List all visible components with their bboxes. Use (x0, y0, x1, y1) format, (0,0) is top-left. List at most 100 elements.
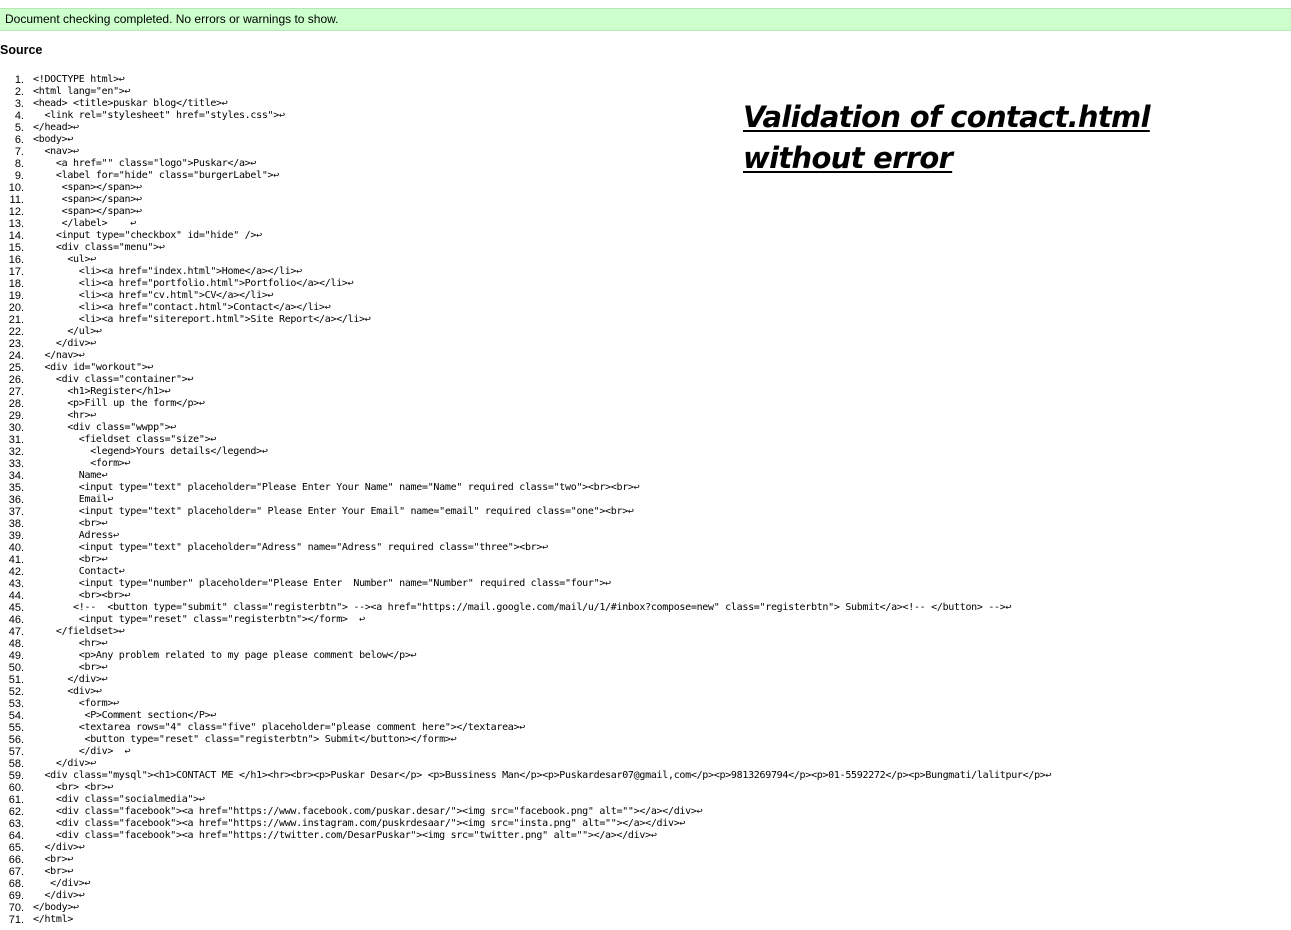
line-number: 46. (8, 614, 24, 626)
line-number: 17. (8, 266, 24, 278)
line-code: </div>↩ (33, 842, 85, 853)
line-code: <ul>↩ (33, 254, 96, 265)
line-code: <P>Comment section</P>↩ (33, 710, 217, 721)
line-code: <br><br>↩ (33, 590, 131, 601)
line-number: 62. (8, 806, 24, 818)
line-number: 52. (8, 686, 24, 698)
line-number: 53. (8, 698, 24, 710)
line-number: 55. (8, 722, 24, 734)
line-number: 25. (8, 362, 24, 374)
line-code: <a href="" class="logo">Puskar</a>↩ (33, 158, 257, 169)
line-code: <input type="text" placeholder="Please E… (33, 482, 640, 493)
line-code: <br>↩ (33, 518, 108, 529)
line-code: <form>↩ (33, 698, 119, 709)
line-number: 44. (8, 590, 24, 602)
line-number: 58. (8, 758, 24, 770)
line-number: 56. (8, 734, 24, 746)
line-number: 57. (8, 746, 24, 758)
line-code: Email↩ (33, 494, 114, 505)
line-number: 43. (8, 578, 24, 590)
line-code: <div class="mysql"><h1>CONTACT ME </h1><… (33, 770, 1052, 781)
line-code: <button type="reset" class="registerbtn"… (33, 734, 457, 745)
line-number: 61. (8, 794, 24, 806)
line-code: Name↩ (33, 470, 108, 481)
line-code: <li><a href="sitereport.html">Site Repor… (33, 314, 371, 325)
line-number: 20. (8, 302, 24, 314)
line-number: 51. (8, 674, 24, 686)
line-code: <input type="number" placeholder="Please… (33, 578, 611, 589)
line-code: <br>↩ (33, 662, 108, 673)
line-number: 34. (8, 470, 24, 482)
line-code: <div class="facebook"><a href="https://w… (33, 806, 703, 817)
line-number: 67. (8, 866, 24, 878)
line-code: <li><a href="contact.html">Contact</a></… (33, 302, 331, 313)
line-code: <input type="text" placeholder=" Please … (33, 506, 634, 517)
line-number: 3. (14, 98, 24, 110)
line-number: 22. (8, 326, 24, 338)
line-code: </fieldset>↩ (33, 626, 125, 637)
line-number: 18. (8, 278, 24, 290)
line-code: <!DOCTYPE html>↩ (33, 74, 125, 85)
line-code: <li><a href="index.html">Home</a></li>↩ (33, 266, 302, 277)
line-code: </div>↩ (33, 890, 85, 901)
line-code: </nav>↩ (33, 350, 85, 361)
line-number: 54. (8, 710, 24, 722)
line-code: <br>↩ (33, 866, 74, 877)
line-code: <br>↩ (33, 854, 74, 865)
line-number: 30. (8, 422, 24, 434)
line-number: 49. (8, 650, 24, 662)
line-number: 71. (8, 914, 24, 926)
line-code: <link rel="stylesheet" href="styles.css"… (33, 110, 285, 121)
line-code: <div class="socialmedia">↩ (33, 794, 205, 805)
line-code: <li><a href="cv.html">CV</a></li>↩ (33, 290, 274, 301)
validation-annotation: Validation of contact.html without error (743, 100, 1151, 175)
line-number: 29. (8, 410, 24, 422)
line-code: <div id="workout">↩ (33, 362, 154, 373)
line-number: 35. (8, 482, 24, 494)
line-code: <div class="menu">↩ (33, 242, 165, 253)
line-code: <hr>↩ (33, 410, 96, 421)
line-number: 60. (8, 782, 24, 794)
line-code: <!-- <button type="submit" class="regist… (33, 602, 1012, 613)
line-code: <br> <br>↩ (33, 782, 114, 793)
line-number: 5. (14, 122, 24, 134)
line-number: 39. (8, 530, 24, 542)
line-code: <div class="facebook"><a href="https://t… (33, 830, 657, 841)
line-code: <li><a href="portfolio.html">Portfolio</… (33, 278, 354, 289)
line-number: 66. (8, 854, 24, 866)
line-code: </div>↩ (33, 338, 96, 349)
line-code: <html lang="en">↩ (33, 86, 131, 97)
line-code: <div class="facebook"><a href="https://w… (33, 818, 686, 829)
line-number: 19. (8, 290, 24, 302)
line-code: <span></span>↩ (33, 194, 142, 205)
line-number: 27. (8, 386, 24, 398)
line-number: 10. (8, 182, 24, 194)
line-code: <h1>Register</h1>↩ (33, 386, 171, 397)
line-number: 64. (8, 830, 24, 842)
line-code: <head> <title>puskar blog</title>↩ (33, 98, 228, 109)
line-number: 36. (8, 494, 24, 506)
line-number: 7. (14, 146, 24, 158)
line-number: 40. (8, 542, 24, 554)
line-number: 28. (8, 398, 24, 410)
line-number: 69. (8, 890, 24, 902)
line-code: </ul>↩ (33, 326, 102, 337)
line-number: 2. (14, 86, 24, 98)
line-code: <input type="reset" class="registerbtn">… (33, 614, 365, 625)
line-code: </html> (33, 914, 74, 925)
line-number: 65. (8, 842, 24, 854)
line-code: <p>Any problem related to my page please… (33, 650, 417, 661)
line-number: 6. (14, 134, 24, 146)
line-number: 70. (8, 902, 24, 914)
line-code: <label for="hide" class="burgerLabel">↩ (33, 170, 279, 181)
line-number: 1. (14, 74, 24, 86)
line-number: 11. (9, 194, 24, 206)
line-code: Adress↩ (33, 530, 119, 541)
line-code: </div>↩ (33, 758, 96, 769)
line-number: 12. (8, 206, 24, 218)
line-number: 68. (8, 878, 24, 890)
line-code: <legend>Yours details</legend>↩ (33, 446, 268, 457)
line-number: 47. (8, 626, 24, 638)
line-code: <div class="wwpp">↩ (33, 422, 177, 433)
line-code: </head>↩ (33, 122, 79, 133)
